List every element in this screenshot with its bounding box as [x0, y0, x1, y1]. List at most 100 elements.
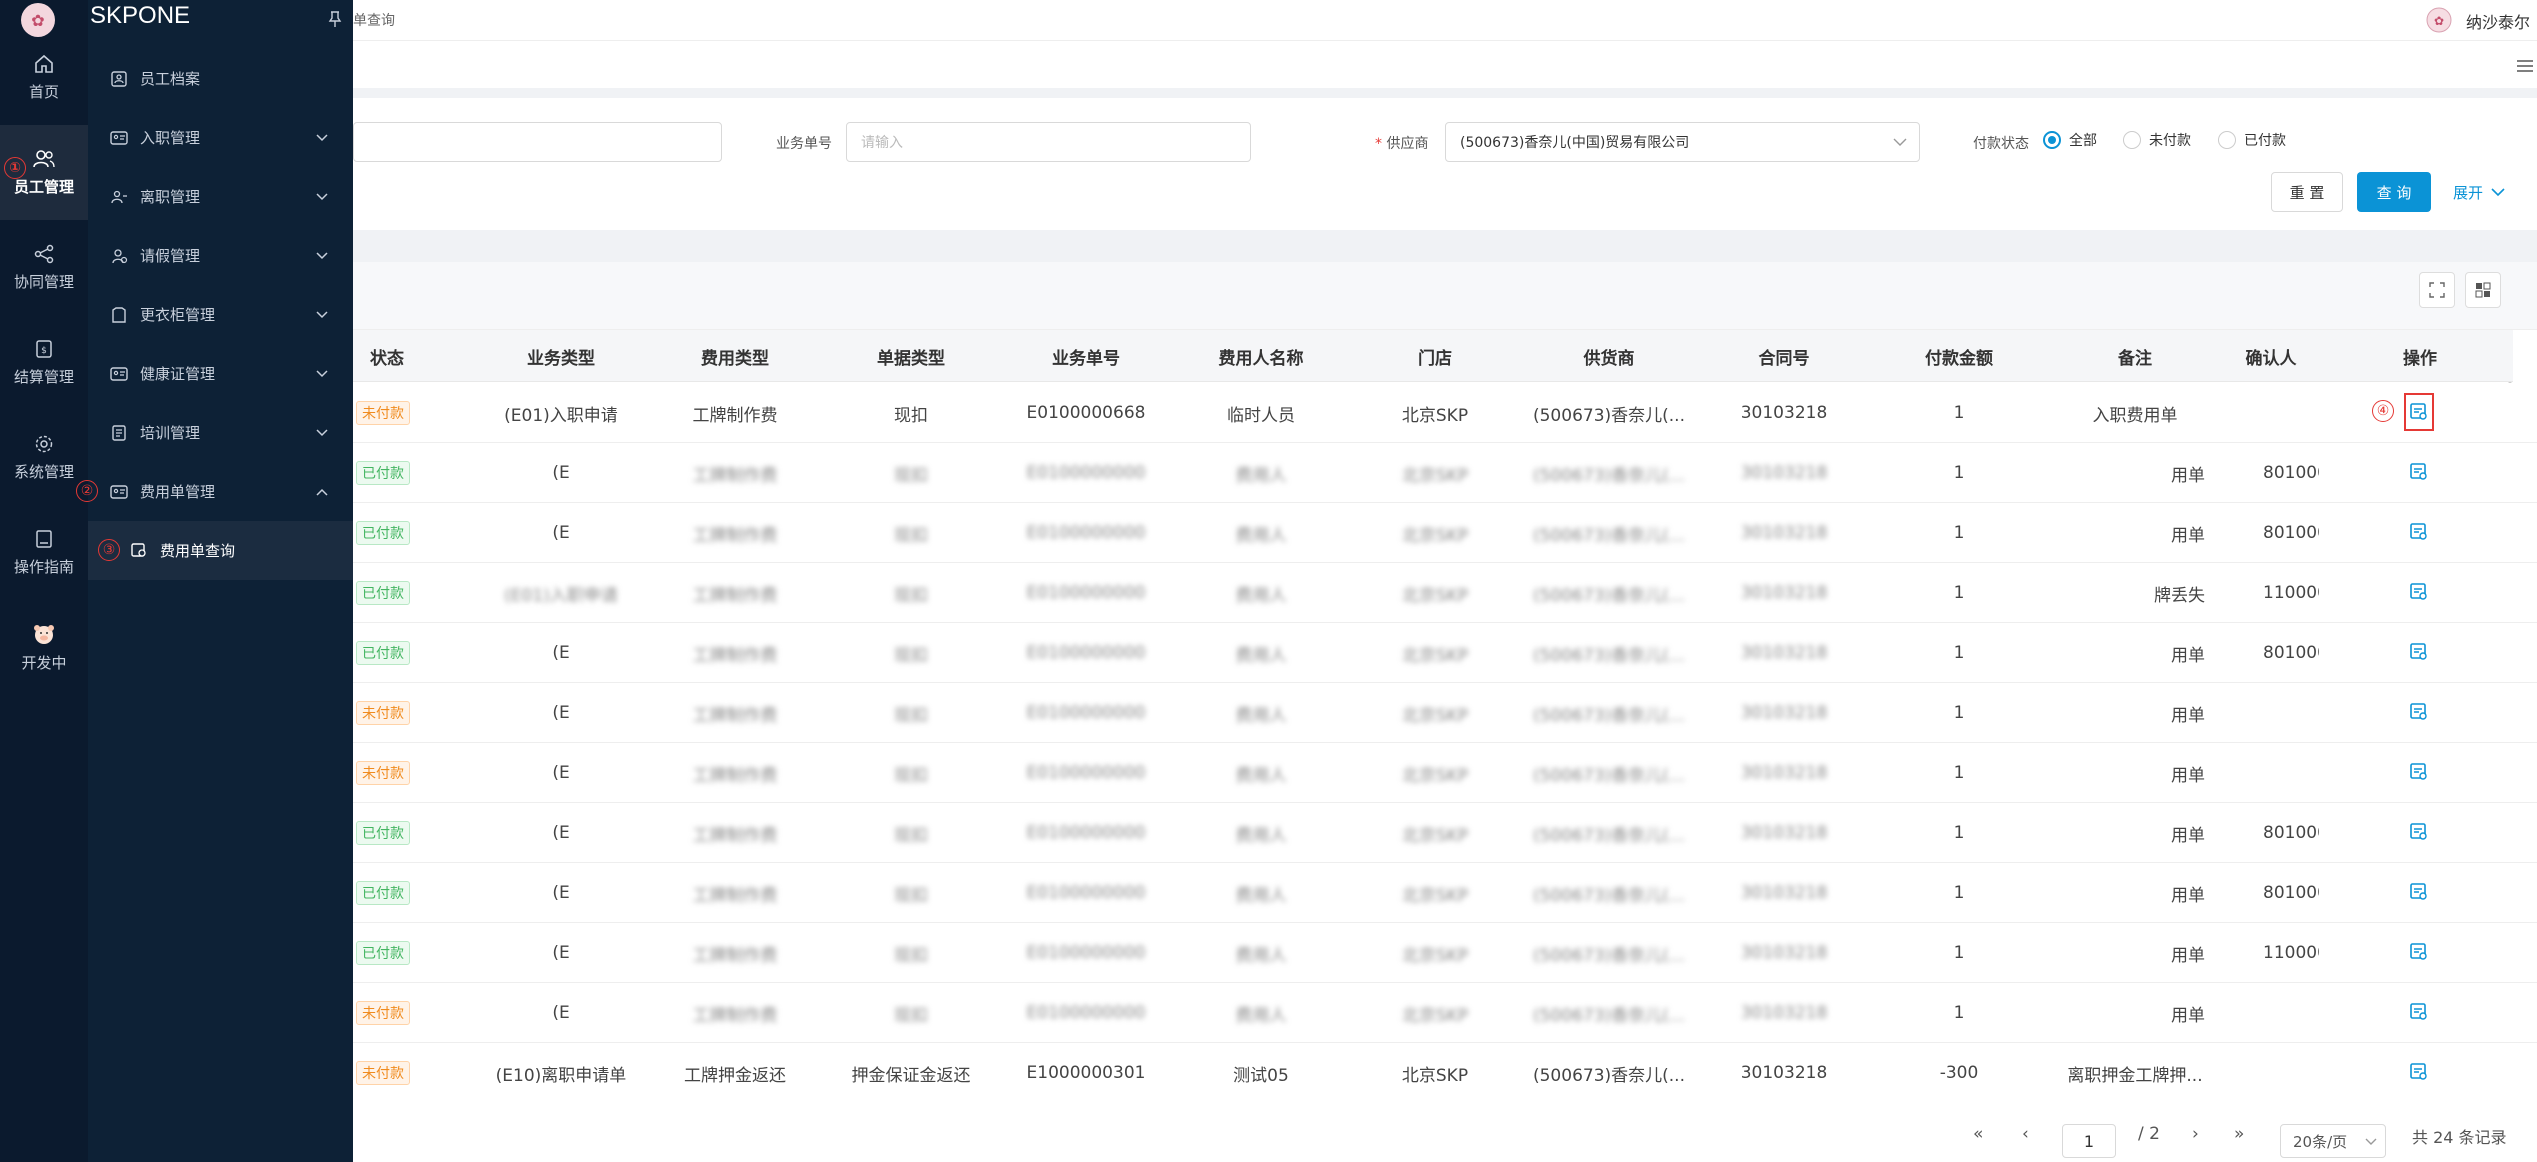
fullscreen-icon[interactable]	[2419, 272, 2455, 308]
column-header: 供货商	[1583, 348, 1635, 369]
table-cell-biz: (E01)入职申请	[504, 405, 618, 426]
view-detail-icon[interactable]	[2408, 881, 2432, 905]
submenu-item-leave[interactable]: 请假管理	[88, 226, 353, 285]
table-cell-name: 费用人	[1235, 465, 1287, 486]
column-header: 业务单号	[1052, 348, 1120, 369]
rail-label: 开发中	[21, 654, 67, 672]
table-cell-contract: 30103218	[1740, 583, 1828, 603]
vacation-icon	[112, 248, 128, 263]
avatar[interactable]: ✿	[2426, 7, 2452, 33]
view-detail-icon[interactable]	[2408, 581, 2432, 605]
submenu-item-fee-query[interactable]: ③ 费用单查询	[88, 521, 353, 580]
rail-item-guide[interactable]: 操作指南	[0, 505, 88, 600]
fee-icon	[110, 484, 128, 499]
column-settings-icon[interactable]	[2465, 272, 2501, 308]
user-name[interactable]: 纳沙泰尔	[2466, 9, 2530, 33]
view-detail-icon[interactable]	[2408, 761, 2432, 785]
table-cell-doc: 现扣	[894, 885, 928, 906]
rail-item-system[interactable]: 系统管理	[0, 410, 88, 505]
table-cell-store: 北京SKP	[1401, 405, 1469, 426]
page-size-select[interactable]: 20条/页	[2280, 1124, 2386, 1158]
chevron-down-icon	[316, 192, 328, 200]
view-detail-icon[interactable]	[2408, 1061, 2432, 1085]
table-cell-confirm: 80100003	[2263, 823, 2319, 843]
table-cell-fee: 工牌制作费	[692, 465, 778, 486]
users-icon	[33, 150, 55, 168]
table-cell-name: 测试05	[1233, 1065, 1289, 1086]
view-detail-icon[interactable]	[2408, 821, 2432, 845]
submenu-item-health[interactable]: 健康证管理	[88, 344, 353, 403]
rail-item-employee[interactable]: ① 员工管理	[0, 125, 88, 220]
table-cell-no: E0100000000	[1026, 463, 1146, 483]
submenu-item-profile[interactable]: 员工档案	[88, 49, 353, 108]
table-cell-store: 北京SKP	[1401, 525, 1469, 546]
next-page-icon[interactable]: ›	[2192, 1124, 2199, 1144]
table-cell-no: E0100000000	[1026, 1003, 1146, 1023]
biz-no-input[interactable]: 请输入	[846, 122, 1251, 162]
expand-toggle[interactable]: 展开	[2453, 182, 2505, 203]
rail-item-dev[interactable]: 开发中	[0, 600, 88, 695]
table-toolbar	[353, 262, 2537, 330]
rail-item-settle[interactable]: $ 结算管理	[0, 315, 88, 410]
submenu-item-fee[interactable]: ② 费用单管理	[76, 462, 353, 521]
view-detail-icon[interactable]	[2408, 521, 2432, 545]
rail-item-collab[interactable]: 协同管理	[0, 220, 88, 315]
table-cell-doc: 现扣	[894, 585, 928, 606]
table-cell-contract: 30103218	[1740, 1003, 1828, 1023]
submenu-item-resign[interactable]: 离职管理	[88, 167, 353, 226]
table-cell-remark: 用单	[2171, 645, 2205, 666]
rail-item-home[interactable]: 首页	[0, 30, 88, 125]
table-cell-fee: 工牌制作费	[692, 825, 778, 846]
view-detail-icon[interactable]	[2408, 941, 2432, 965]
view-detail-icon[interactable]	[2408, 641, 2432, 665]
submenu-label: 费用单管理	[140, 483, 216, 501]
page-input[interactable]: 1	[2062, 1124, 2116, 1158]
status-badge: 未付款	[356, 701, 410, 725]
view-detail-icon[interactable]	[2408, 701, 2432, 725]
last-page-icon[interactable]: »	[2234, 1124, 2244, 1144]
table-cell-fee: 工牌制作费	[692, 705, 778, 726]
submenu-item-locker[interactable]: 更衣柜管理	[88, 285, 353, 344]
radio-unpaid[interactable]: 未付款	[2123, 130, 2191, 150]
table-cell-fee: 工牌押金返还	[684, 1065, 786, 1086]
table-cell-confirm: 80100003	[2263, 643, 2319, 663]
submenu-item-onboard[interactable]: 入职管理	[88, 108, 353, 167]
view-detail-icon[interactable]	[2408, 461, 2432, 485]
table-cell-contract: 30103218	[1740, 823, 1828, 843]
table-cell-store: 北京SKP	[1401, 645, 1469, 666]
reset-button[interactable]: 重 置	[2271, 172, 2343, 212]
column-header: 门店	[1418, 348, 1452, 369]
first-page-icon[interactable]: «	[1973, 1124, 1983, 1144]
submenu-item-training[interactable]: 培训管理	[88, 403, 353, 462]
table-cell-doc: 现扣	[894, 525, 928, 546]
prev-page-icon[interactable]: ‹	[2022, 1124, 2029, 1144]
table-cell-supplier: (500673)香奈儿(...	[1532, 585, 1685, 606]
pin-icon[interactable]	[328, 10, 342, 28]
table-cell-amount: 1	[1953, 823, 1965, 843]
menu-icon[interactable]	[2516, 59, 2534, 73]
table-cell-contract: 30103218	[1740, 883, 1828, 903]
table-cell-amount: 1	[1953, 523, 1965, 543]
table-cell-remark: 用单	[2171, 465, 2205, 486]
chevron-down-icon	[316, 133, 328, 141]
profile-icon	[111, 70, 127, 87]
view-detail-icon[interactable]	[2408, 1001, 2432, 1025]
table-cell-store: 北京SKP	[1401, 585, 1469, 606]
chevron-down-icon	[316, 369, 328, 377]
step-badge-1: ①	[4, 157, 26, 179]
supplier-select[interactable]: (500673)香奈儿(中国)贸易有限公司	[1445, 122, 1920, 162]
query-button[interactable]: 查 询	[2357, 172, 2431, 212]
table-cell-doc: 现扣	[894, 405, 928, 426]
table-cell-supplier: (500673)香奈儿(...	[1532, 705, 1685, 726]
table-cell-no: E0100000668	[1026, 403, 1146, 423]
table-cell-doc: 现扣	[894, 765, 928, 786]
table-cell-remark: 牌丢失	[2154, 585, 2205, 606]
table-cell-amount: 1	[1953, 403, 1965, 423]
chevron-down-icon	[2365, 1138, 2377, 1145]
chevron-down-icon	[316, 428, 328, 436]
keyword-input[interactable]	[353, 122, 722, 162]
radio-all[interactable]: 全部	[2043, 130, 2097, 150]
view-detail-icon[interactable]	[2404, 393, 2434, 431]
chevron-down-icon	[316, 251, 328, 259]
radio-paid[interactable]: 已付款	[2218, 130, 2286, 150]
